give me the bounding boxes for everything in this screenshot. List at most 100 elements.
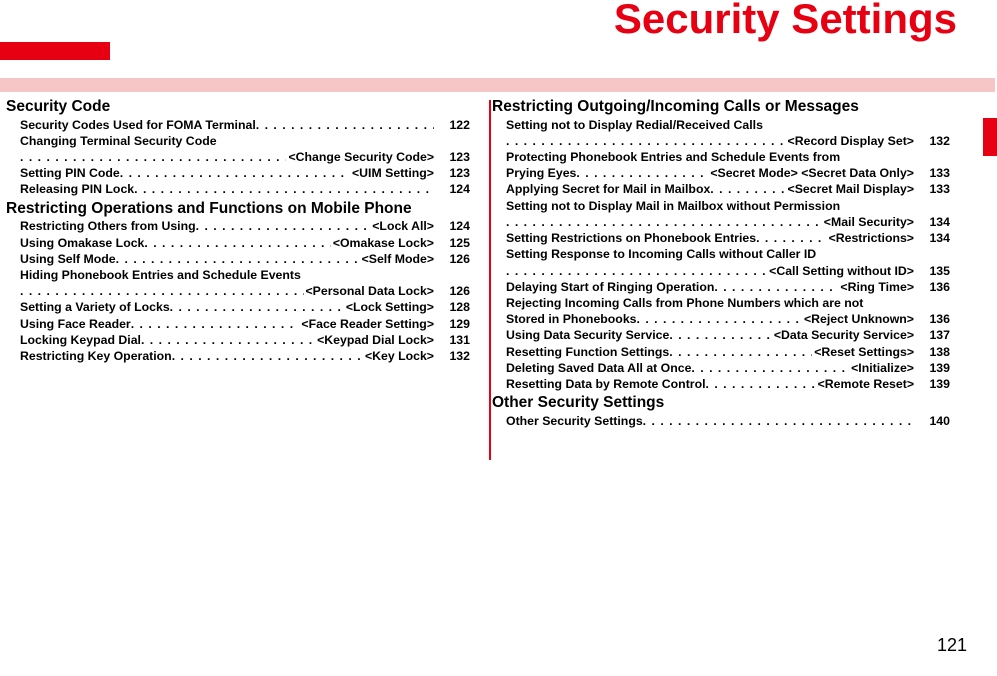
toc-label: Stored in Phonebooks	[506, 311, 637, 327]
toc-page: 134	[914, 230, 950, 246]
toc-entry: Resetting Data by Remote Control<Remote …	[492, 376, 950, 392]
toc-entry: <Record Display Set>132	[492, 133, 950, 149]
toc-page: 138	[914, 344, 950, 360]
toc-entry: Hiding Phonebook Entries and Schedule Ev…	[6, 267, 470, 283]
toc-menu-tag: <Initialize>	[849, 360, 914, 376]
toc-menu-tag: <Lock Setting>	[344, 299, 434, 315]
toc-leader-dots	[714, 279, 838, 295]
toc-label: Resetting Function Settings	[506, 344, 669, 360]
toc-menu-tag: <Omakase Lock>	[331, 235, 434, 251]
toc-page: 128	[434, 299, 470, 315]
toc-column-right: Restricting Outgoing/Incoming Calls or M…	[480, 96, 960, 429]
toc-leader-dots	[20, 283, 304, 299]
toc-menu-tag: <Reset Settings>	[812, 344, 914, 360]
toc-leader-dots	[196, 218, 371, 234]
toc-page: 135	[914, 263, 950, 279]
toc-leader-dots	[141, 332, 315, 348]
toc-menu-tag: <Change Security Code>	[286, 149, 434, 165]
toc-entry: <Change Security Code>123	[6, 149, 470, 165]
toc-entry: Releasing PIN Lock124	[6, 181, 470, 197]
toc-entry: Resetting Function Settings <Reset Settin…	[492, 344, 950, 360]
toc-leader-dots	[691, 360, 849, 376]
toc-entry: <Personal Data Lock>126	[6, 283, 470, 299]
toc-page: 131	[434, 332, 470, 348]
toc-entry: Rejecting Incoming Calls from Phone Numb…	[492, 295, 950, 311]
toc-leader-dots	[669, 344, 812, 360]
toc-page: 122	[434, 117, 470, 133]
section-heading: Other Security Settings	[492, 394, 950, 413]
toc-leader-dots	[256, 117, 434, 133]
toc-page: 139	[914, 360, 950, 376]
toc-entry: Delaying Start of Ringing Operation<Ring…	[492, 279, 950, 295]
toc-entry: Other Security Settings 140	[492, 413, 950, 429]
toc-label: Restricting Key Operation	[20, 348, 172, 364]
toc-page: 140	[914, 413, 950, 429]
toc-menu-tag: <Keypad Dial Lock>	[315, 332, 434, 348]
toc-menu-tag: <Self Mode>	[360, 251, 434, 267]
toc-page: 134	[914, 214, 950, 230]
toc-label: Setting Response to Incoming Calls witho…	[506, 246, 816, 262]
toc-entry: Protecting Phonebook Entries and Schedul…	[492, 149, 950, 165]
toc-label: Applying Secret for Mail in Mailbox	[506, 181, 710, 197]
toc-leader-dots	[506, 133, 786, 149]
toc-leader-dots	[120, 165, 350, 181]
toc-entry: Using Self Mode<Self Mode>126	[6, 251, 470, 267]
toc-menu-tag: <Mail Security>	[822, 214, 914, 230]
toc-entry: <Call Setting without ID>135	[492, 263, 950, 279]
toc-page: 129	[434, 316, 470, 332]
toc-page: 124	[434, 218, 470, 234]
toc-leader-dots	[20, 149, 286, 165]
toc-page: 133	[914, 181, 950, 197]
toc-label: Hiding Phonebook Entries and Schedule Ev…	[20, 267, 301, 283]
title-accent	[0, 42, 110, 60]
toc-label: Using Face Reader	[20, 316, 131, 332]
toc-entry: Setting Restrictions on Phonebook Entrie…	[492, 230, 950, 246]
toc-menu-tag: <UIM Setting>	[350, 165, 434, 181]
toc-entry: Deleting Saved Data All at Once <Initiali…	[492, 360, 950, 376]
toc-leader-dots	[116, 251, 360, 267]
toc-page: 126	[434, 283, 470, 299]
toc-entry: Restricting Key Operation<Key Lock>132	[6, 348, 470, 364]
section-heading: Security Code	[6, 98, 470, 117]
toc-entry: Using Omakase Lock <Omakase Lock>125	[6, 235, 470, 251]
toc-label: Delaying Start of Ringing Operation	[506, 279, 714, 295]
toc-leader-dots	[131, 316, 300, 332]
toc-leader-dots	[170, 299, 344, 315]
toc-entry: Locking Keypad Dial<Keypad Dial Lock>131	[6, 332, 470, 348]
toc-label: Setting a Variety of Locks	[20, 299, 170, 315]
toc-entry: Security Codes Used for FOMA Terminal122	[6, 117, 470, 133]
toc-label: Using Data Security Service	[506, 327, 669, 343]
toc-page: 125	[434, 235, 470, 251]
toc-page: 137	[914, 327, 950, 343]
toc-label: Using Omakase Lock	[20, 235, 144, 251]
toc-menu-tag: <Secret Mode> <Secret Data Only>	[708, 165, 914, 181]
toc-leader-dots	[756, 230, 826, 246]
toc-leader-dots	[643, 413, 914, 429]
section-heading: Restricting Outgoing/Incoming Calls or M…	[492, 98, 950, 117]
page-number: 121	[937, 635, 967, 656]
toc-menu-tag: <Secret Mail Display>	[786, 181, 914, 197]
toc-menu-tag: <Face Reader Setting>	[299, 316, 434, 332]
content-area: Security CodeSecurity Codes Used for FOM…	[0, 96, 997, 429]
toc-leader-dots	[710, 181, 785, 197]
toc-entry: Prying Eyes<Secret Mode> <Secret Data On…	[492, 165, 950, 181]
toc-page: 126	[434, 251, 470, 267]
toc-page: 136	[914, 311, 950, 327]
toc-label: Other Security Settings	[506, 413, 643, 429]
toc-label: Deleting Saved Data All at Once	[506, 360, 691, 376]
toc-page: 124	[434, 181, 470, 197]
toc-leader-dots	[506, 263, 767, 279]
title-bar: Security Settings	[0, 0, 997, 60]
toc-page: 132	[914, 133, 950, 149]
toc-page: 133	[914, 165, 950, 181]
toc-leader-dots	[669, 327, 772, 343]
toc-leader-dots	[506, 214, 822, 230]
toc-menu-tag: <Reject Unknown>	[802, 311, 914, 327]
toc-label: Protecting Phonebook Entries and Schedul…	[506, 149, 840, 165]
page-title: Security Settings	[614, 0, 957, 43]
toc-leader-dots	[134, 181, 434, 197]
toc-menu-tag: <Personal Data Lock>	[304, 283, 435, 299]
toc-menu-tag: <Call Setting without ID>	[767, 263, 914, 279]
toc-label: Setting not to Display Redial/Received C…	[506, 117, 763, 133]
toc-label: Setting PIN Code	[20, 165, 120, 181]
